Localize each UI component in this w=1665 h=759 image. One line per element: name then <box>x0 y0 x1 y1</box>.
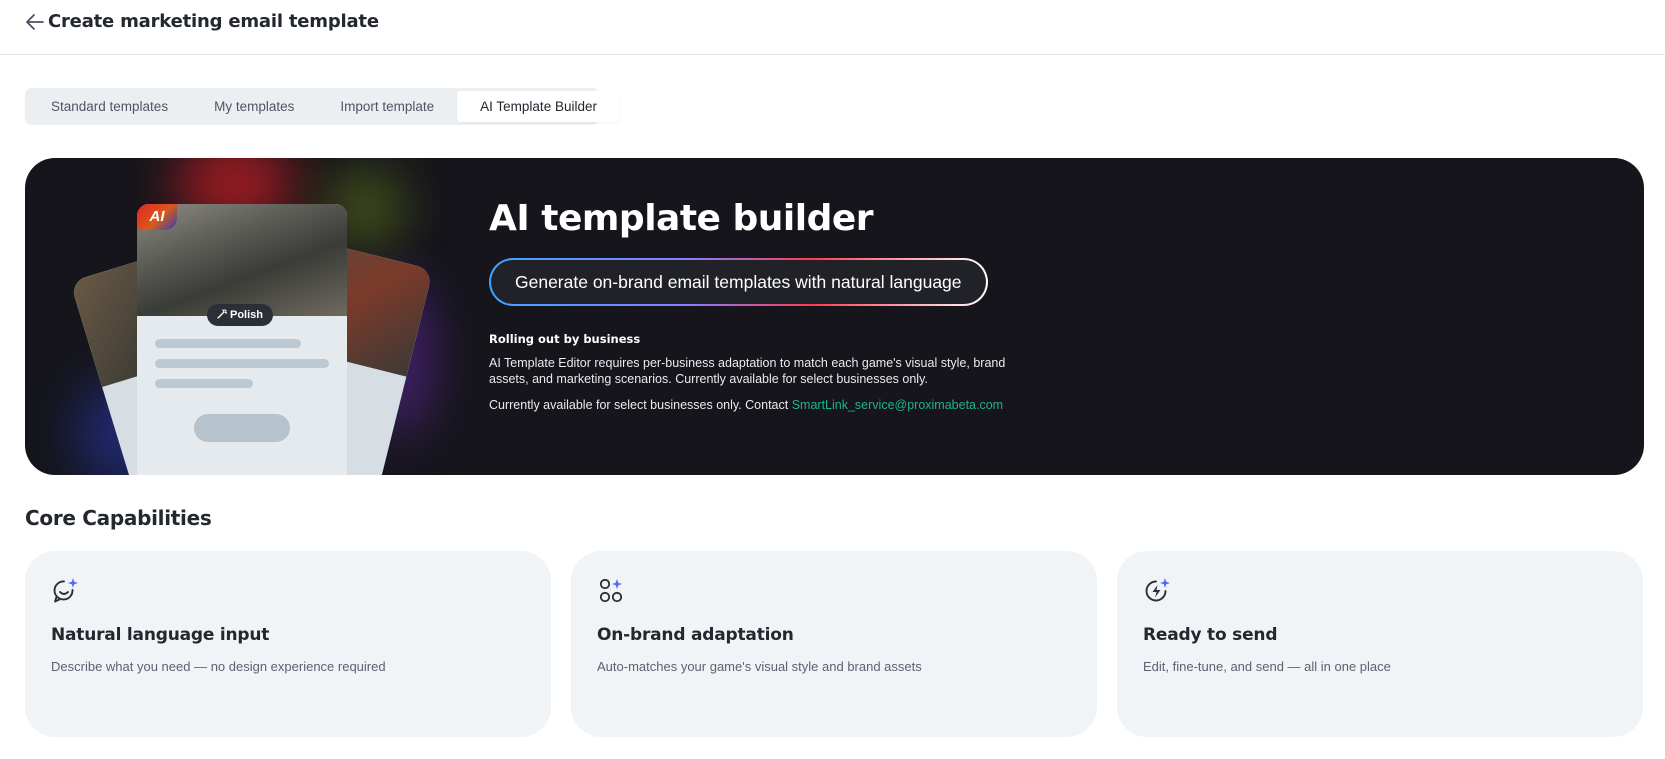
capability-title: Natural language input <box>51 625 270 645</box>
page-header: Create marketing email template <box>0 0 1665 55</box>
shapes-sparkle-icon <box>599 578 623 603</box>
polish-badge: Polish <box>207 304 274 326</box>
magic-wand-icon <box>217 309 228 319</box>
chat-sparkle-icon <box>53 578 78 603</box>
rollout-description: AI Template Editor requires per-business… <box>489 356 1006 386</box>
ai-builder-banner: AI Polish AI template builder Generate o… <box>25 158 1644 475</box>
preview-card-main: AI Polish <box>137 204 347 475</box>
capability-description: Describe what you need — no design exper… <box>51 659 386 674</box>
capability-title: On-brand adaptation <box>597 625 794 645</box>
capability-card-on-brand: On-brand adaptation Auto-matches your ga… <box>571 551 1097 737</box>
tab-my-templates[interactable]: My templates <box>191 91 317 122</box>
contact-email-link[interactable]: SmartLink_service@proximabeta.com <box>792 398 1003 412</box>
capability-card-ready-to-send: Ready to send Edit, fine-tune, and send … <box>1117 551 1643 737</box>
hero-tagline: Generate on-brand email templates with n… <box>489 258 988 306</box>
capability-description: Edit, fine-tune, and send — all in one p… <box>1143 659 1391 674</box>
page-title: Create marketing email template <box>48 11 379 32</box>
capability-description: Auto-matches your game's visual style an… <box>597 659 922 674</box>
section-title: Core Capabilities <box>25 506 212 530</box>
contact-text: Currently available for select businesse… <box>489 398 792 412</box>
capability-card-natural-language: Natural language input Describe what you… <box>25 551 551 737</box>
tab-standard-templates[interactable]: Standard templates <box>28 91 191 122</box>
tab-import-template[interactable]: Import template <box>317 91 457 122</box>
ai-badge: AI <box>137 204 177 230</box>
hero-title: AI template builder <box>489 198 874 239</box>
placeholder-button <box>194 414 290 442</box>
rollout-title: Rolling out by business <box>489 332 641 346</box>
tab-ai-template-builder[interactable]: AI Template Builder <box>457 91 620 122</box>
arrow-left-icon[interactable] <box>24 11 46 33</box>
placeholder-line <box>155 359 329 368</box>
capability-title: Ready to send <box>1143 625 1278 645</box>
placeholder-line <box>155 339 301 348</box>
placeholder-line <box>155 379 253 388</box>
polish-label: Polish <box>230 309 264 321</box>
template-source-tabs: Standard templates My templates Import t… <box>25 88 620 125</box>
contact-line: Currently available for select businesse… <box>489 398 1003 412</box>
bolt-sparkle-icon <box>1145 578 1170 602</box>
